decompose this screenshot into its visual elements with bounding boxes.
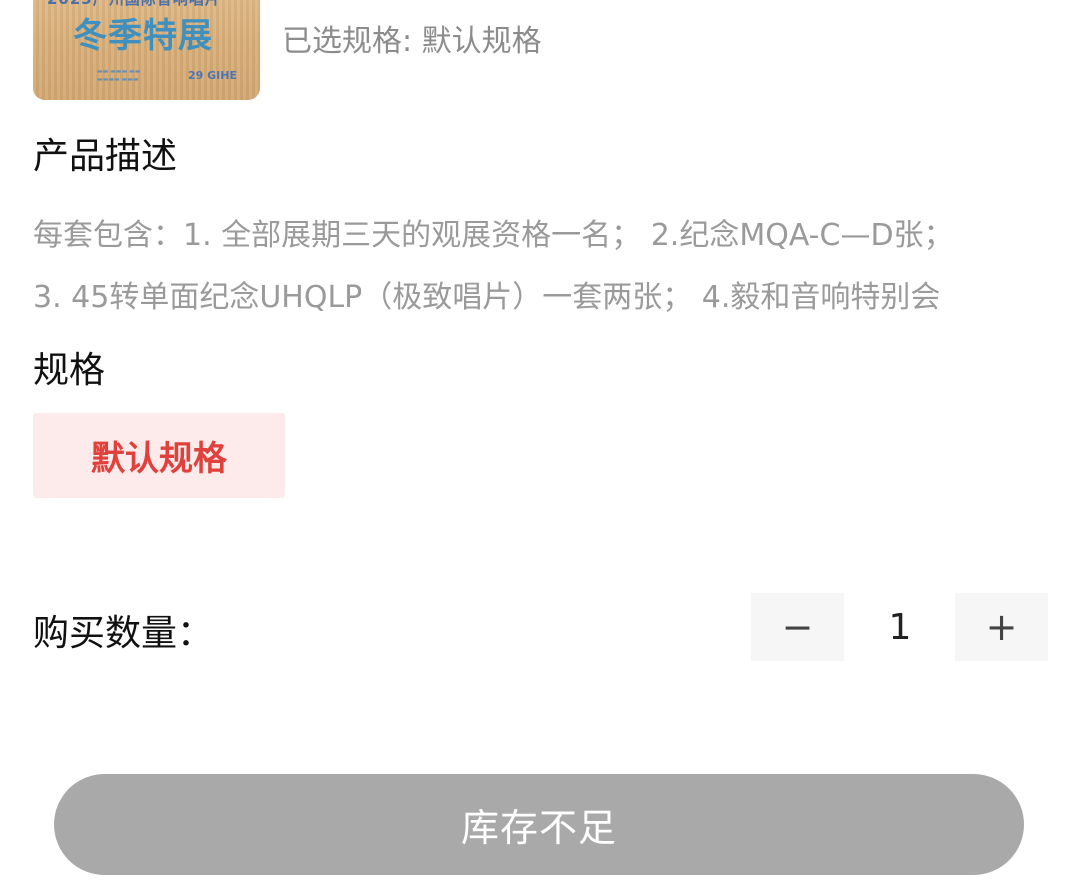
description-line: 每套包含：1. 全部展期三天的观展资格一名； 2.纪念MQA-C—D张； [33,218,954,253]
product-thumbnail: 2023广州国际音响唱片 冬季特展 ▬▬ ▬▬▬ ▬▬▬▬▬▬ ▬▬▬ 29 G… [33,0,260,100]
description-heading: 产品描述 [33,136,178,177]
out-of-stock-button[interactable]: 库存不足 [54,774,1024,875]
description-text: 每套包含：1. 全部展期三天的观展资格一名； 2.纪念MQA-C—D张； 3. … [33,205,1033,329]
quantity-increment-button[interactable]: + [955,593,1048,661]
quantity-label: 购买数量： [33,613,214,654]
description-line: 3. 45转单面纪念UHQLP（极致唱片）一套两张； 4.毅和音响特别会 [33,280,941,315]
thumbnail-fine-print: ▬▬ ▬▬▬ ▬▬ ▬▬▬▬ ▬▬▬ [97,68,141,83]
thumbnail-main-title: 冬季特展 [73,16,213,56]
thumbnail-brand-logo: 29 GIHE [188,69,237,82]
quantity-value[interactable]: 1 [850,593,950,661]
quantity-decrement-button[interactable]: − [751,593,844,661]
selected-spec-text: 已选规格: 默认规格 [282,24,542,59]
spec-option-default[interactable]: 默认规格 [33,413,285,498]
product-spec-sheet: 2023广州国际音响唱片 冬季特展 ▬▬ ▬▬▬ ▬▬▬▬▬▬ ▬▬▬ 29 G… [0,0,1080,889]
spec-heading: 规格 [33,350,106,391]
